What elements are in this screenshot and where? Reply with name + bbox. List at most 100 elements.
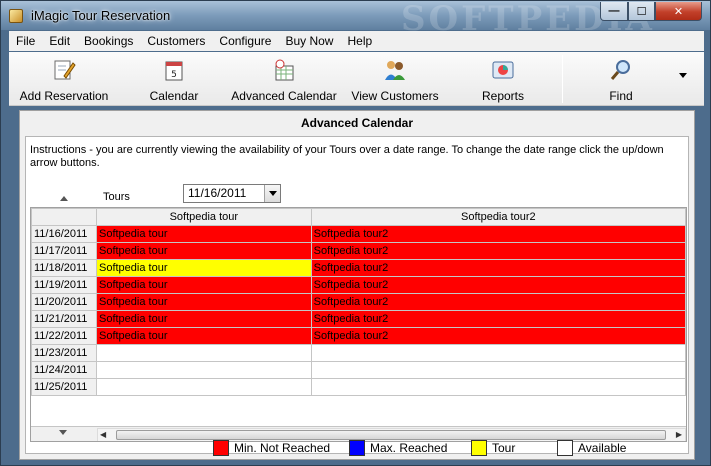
maximize-icon: ☐ xyxy=(636,5,647,18)
availability-cell[interactable]: Softpedia tour xyxy=(95,242,312,260)
close-button[interactable]: ✕ xyxy=(655,2,702,21)
table-row: 11/17/2011 Softpedia tour Softpedia tour2 xyxy=(31,242,686,260)
start-date-value: 11/16/2011 xyxy=(188,186,247,200)
menu-buy-now[interactable]: Buy Now xyxy=(278,34,340,48)
row-date[interactable]: 11/17/2011 xyxy=(31,242,97,260)
menu-edit[interactable]: Edit xyxy=(42,34,77,48)
minimize-button[interactable]: — xyxy=(600,2,628,21)
legend-item: Min. Not Reached xyxy=(213,439,330,457)
advanced-calendar-button[interactable]: Advanced Calendar xyxy=(231,52,337,106)
tours-label: Tours xyxy=(103,191,130,203)
date-dropdown-button[interactable] xyxy=(264,185,280,202)
scroll-right-icon[interactable]: ▶ xyxy=(676,430,682,439)
find-button[interactable]: Find xyxy=(593,52,649,106)
minimize-icon: — xyxy=(608,5,620,17)
table-row: 11/24/2011 xyxy=(31,361,686,379)
availability-cell[interactable] xyxy=(310,344,686,362)
arrow-up-icon xyxy=(60,196,68,201)
chevron-down-icon xyxy=(679,73,687,78)
table-header-row: Softpedia tour Softpedia tour2 xyxy=(31,208,686,226)
scroll-left-icon[interactable]: ◀ xyxy=(100,430,106,439)
availability-cell[interactable]: Softpedia tour xyxy=(95,310,312,328)
legend-label: Tour xyxy=(492,441,516,455)
availability-cell[interactable]: Softpedia tour2 xyxy=(310,327,686,345)
row-date[interactable]: 11/18/2011 xyxy=(31,259,97,277)
start-date-select[interactable]: 11/16/2011 xyxy=(183,184,281,203)
legend-label: Available xyxy=(578,441,627,455)
arrow-down-icon xyxy=(59,430,67,435)
availability-table: Softpedia tour Softpedia tour2 11/16/201… xyxy=(31,208,686,396)
toolbar: Add Reservation 5 Calendar Advanced Cale… xyxy=(9,52,704,106)
legend-item: Available xyxy=(557,439,626,457)
menu-customers[interactable]: Customers xyxy=(140,34,212,48)
row-date[interactable]: 11/24/2011 xyxy=(31,361,97,379)
availability-cell[interactable]: Softpedia tour2 xyxy=(310,310,686,328)
title-bar[interactable]: iMagic Tour Reservation SOFTPEDIA — ☐ ✕ xyxy=(1,0,710,39)
toolbar-separator xyxy=(562,55,563,103)
legend-swatch xyxy=(471,440,487,456)
availability-cell[interactable]: Softpedia tour2 xyxy=(310,259,686,277)
add-reservation-button[interactable]: Add Reservation xyxy=(15,52,113,106)
menu-file[interactable]: File xyxy=(9,34,42,48)
table-row: 11/23/2011 xyxy=(31,344,686,362)
availability-cell[interactable]: Softpedia tour2 xyxy=(310,293,686,311)
column-header[interactable]: Softpedia tour xyxy=(95,208,312,226)
column-header[interactable]: Softpedia tour2 xyxy=(310,208,686,226)
panel-title: Advanced Calendar xyxy=(300,116,414,130)
row-date[interactable]: 11/21/2011 xyxy=(31,310,97,328)
row-date[interactable]: 11/22/2011 xyxy=(31,327,97,345)
availability-cell[interactable] xyxy=(95,378,312,396)
availability-cell[interactable]: Softpedia tour2 xyxy=(310,276,686,294)
instructions-text: Instructions - you are currently viewing… xyxy=(30,144,664,169)
availability-cell[interactable]: Softpedia tour xyxy=(95,327,312,345)
legend-item: Tour xyxy=(471,439,515,457)
availability-cell[interactable] xyxy=(310,378,686,396)
window-title: iMagic Tour Reservation xyxy=(31,8,171,23)
availability-cell[interactable] xyxy=(95,344,312,362)
table-row: 11/25/2011 xyxy=(31,378,686,396)
availability-cell[interactable]: Softpedia tour xyxy=(95,225,312,243)
row-date[interactable]: 11/23/2011 xyxy=(31,344,97,362)
advanced-calendar-label: Advanced Calendar xyxy=(231,89,337,103)
row-date[interactable]: 11/20/2011 xyxy=(31,293,97,311)
availability-cell[interactable]: Softpedia tour xyxy=(95,259,312,277)
find-label: Find xyxy=(609,89,633,103)
date-down-arrow[interactable] xyxy=(59,429,67,438)
view-customers-label: View Customers xyxy=(351,89,439,103)
date-up-arrow[interactable] xyxy=(60,194,68,203)
legend-swatch xyxy=(213,440,229,456)
calendar-content: Instructions - you are currently viewing… xyxy=(25,136,689,457)
reports-icon xyxy=(492,61,514,79)
availability-cell[interactable]: Softpedia tour2 xyxy=(310,225,686,243)
availability-grid: Softpedia tour Softpedia tour2 11/16/201… xyxy=(30,207,687,442)
menu-configure[interactable]: Configure xyxy=(212,34,278,48)
availability-cell[interactable] xyxy=(95,361,312,379)
availability-cell[interactable]: Softpedia tour xyxy=(95,293,312,311)
availability-cell[interactable]: Softpedia tour xyxy=(95,276,312,294)
reports-button[interactable]: Reports xyxy=(471,52,535,106)
legend-label: Min. Not Reached xyxy=(234,441,331,455)
add-reservation-icon xyxy=(54,60,76,80)
toolbar-overflow-button[interactable] xyxy=(678,70,692,84)
table-row: 11/20/2011 Softpedia tour Softpedia tour2 xyxy=(31,293,686,311)
availability-cell[interactable]: Softpedia tour2 xyxy=(310,242,686,260)
magnifier-icon xyxy=(610,60,630,80)
advanced-calendar-icon xyxy=(275,59,294,81)
corner-header xyxy=(31,208,97,226)
add-reservation-label: Add Reservation xyxy=(19,89,109,103)
legend-swatch xyxy=(349,440,365,456)
view-customers-button[interactable]: View Customers xyxy=(349,52,441,106)
maximize-button[interactable]: ☐ xyxy=(628,2,655,21)
app-icon[interactable] xyxy=(9,9,23,23)
reports-label: Reports xyxy=(481,89,525,103)
row-date[interactable]: 11/19/2011 xyxy=(31,276,97,294)
close-icon: ✕ xyxy=(673,5,684,18)
menu-bookings[interactable]: Bookings xyxy=(77,34,140,48)
row-date[interactable]: 11/25/2011 xyxy=(31,378,97,396)
calendar-button[interactable]: 5 Calendar xyxy=(137,52,211,106)
legend-item: Max. Reached xyxy=(349,439,447,457)
availability-cell[interactable] xyxy=(310,361,686,379)
view-customers-icon xyxy=(385,61,405,80)
row-date[interactable]: 11/16/2011 xyxy=(31,225,97,243)
menu-help[interactable]: Help xyxy=(340,34,379,48)
